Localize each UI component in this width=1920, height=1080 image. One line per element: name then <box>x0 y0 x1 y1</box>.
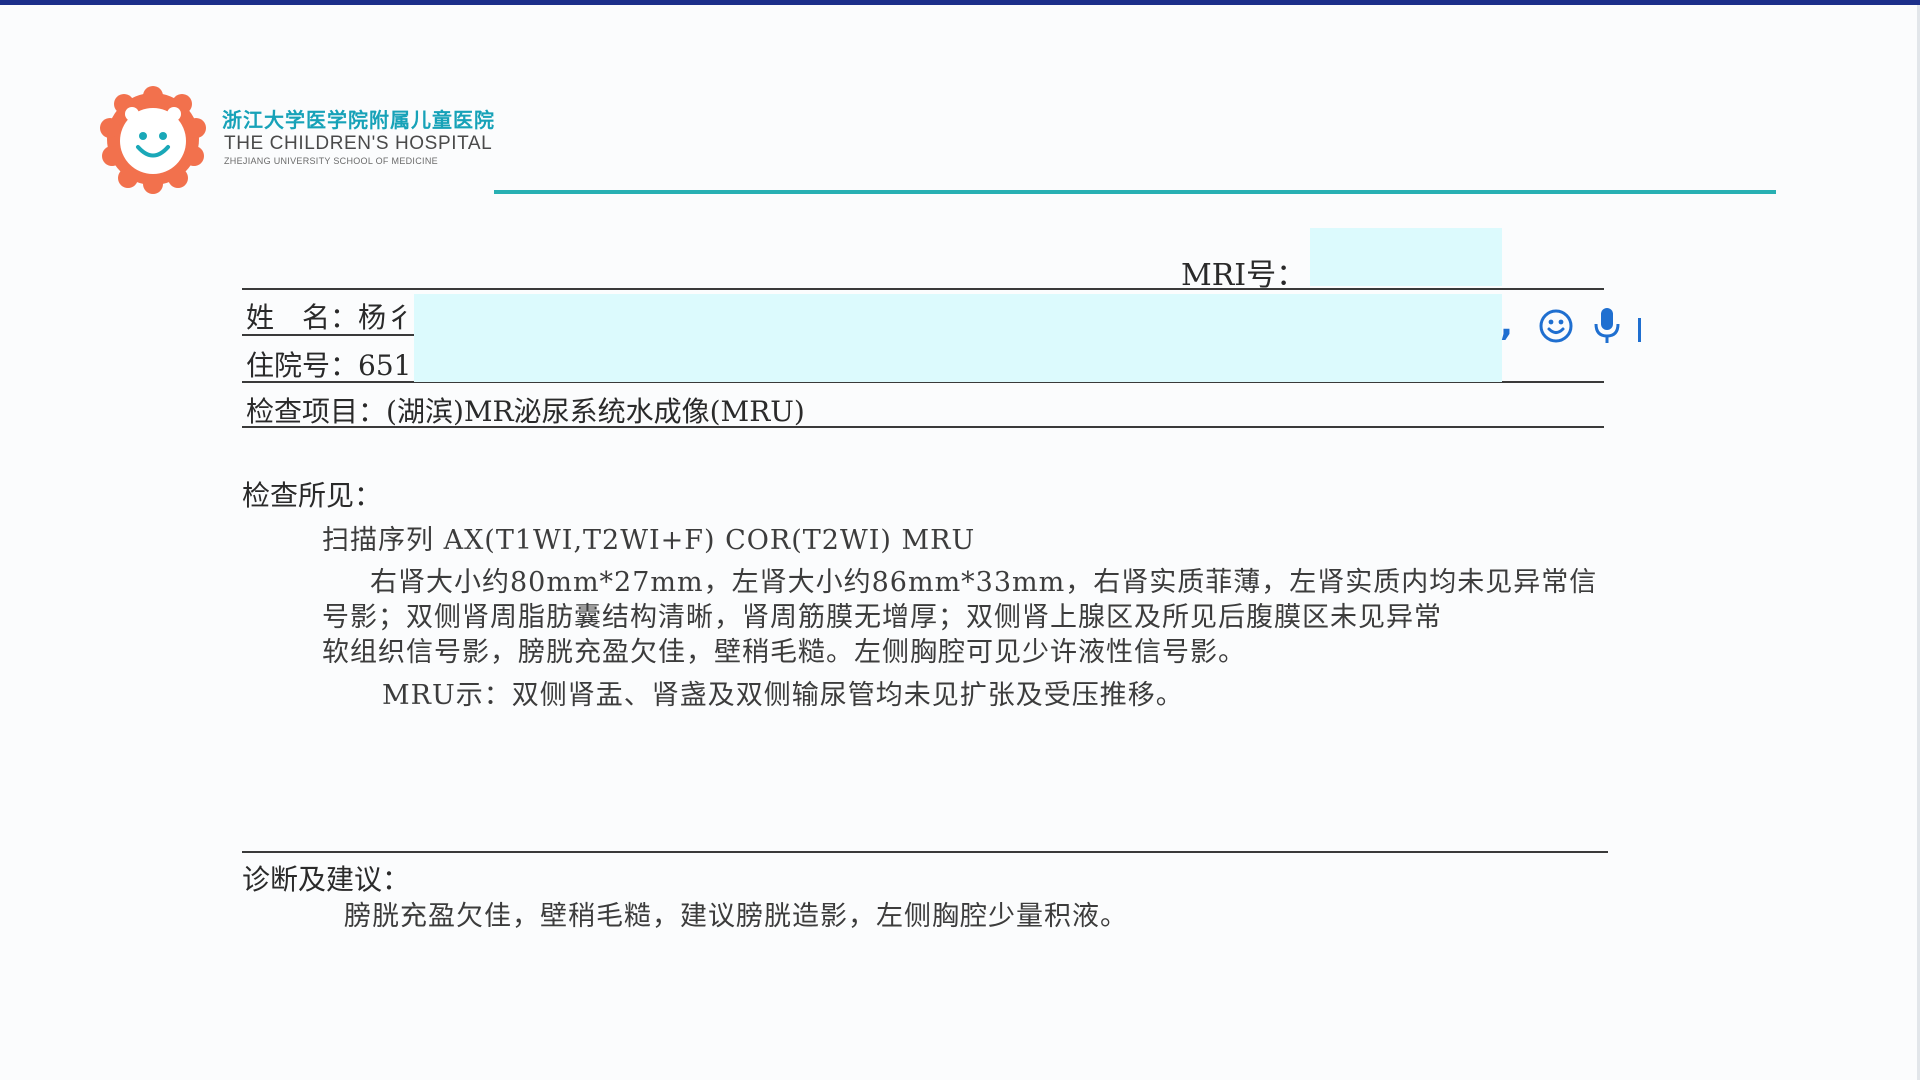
rule-diagnosis <box>242 851 1608 853</box>
findings-sequence: 扫描序列 AX(T1WI,T2WI+F) COR(T2WI) MRU <box>322 525 976 556</box>
diagnosis-text: 膀胱充盈欠佳，壁稍毛糙，建议膀胱造影，左侧胸腔少量积液。 <box>344 901 1128 932</box>
header-divider <box>494 190 1776 194</box>
text-cursor-icon <box>1638 318 1641 342</box>
hospital-logo-icon <box>98 84 208 194</box>
findings-line-3: 软组织信号影，膀胱充盈欠佳，壁稍毛糙。左侧胸腔可见少许液性信号影。 <box>322 637 1246 668</box>
mri-number-redaction <box>1310 228 1502 286</box>
admission-number-label: 住院号： <box>246 349 359 382</box>
hospital-name-english-sub: ZHEJIANG UNIVERSITY SCHOOL OF MEDICINE <box>224 156 438 166</box>
hospital-name-chinese: 浙江大学医学院附属儿童医院 <box>222 108 495 132</box>
rule-name <box>242 334 414 336</box>
exam-item-field: 检查项目：(湖滨)MR泌尿系统水成像(MRU) <box>246 390 805 430</box>
findings-mru: MRU示：双侧肾盂、肾盏及双侧输尿管均未见扩张及受压推移。 <box>382 680 1184 711</box>
findings-line-2: 号影；双侧肾周脂肪囊结构清晰，肾周筋膜无增厚；双侧肾上腺区及所见后腹膜区未见异常 <box>322 602 1442 633</box>
diagnosis-title: 诊断及建议： <box>242 863 411 896</box>
patient-info-redaction <box>414 294 1502 382</box>
admission-number-value: 651 <box>358 349 412 382</box>
hospital-name-english: THE CHILDREN'S HOSPITAL <box>224 133 493 154</box>
admission-number-field: 住院号：651 <box>246 344 411 384</box>
patient-name-field: 姓 名：杨彳 <box>246 296 414 336</box>
rule-exam <box>242 426 1604 428</box>
rule-top <box>242 288 1604 290</box>
patient-name-label: 姓 名： <box>246 301 359 334</box>
patient-name-value: 杨彳 <box>358 301 415 334</box>
exam-item-value: (湖滨)MR泌尿系统水成像(MRU) <box>386 395 805 428</box>
comma-icon[interactable]: , <box>1500 304 1513 344</box>
exam-item-label: 检查项目： <box>246 395 387 428</box>
findings-line-1: 右肾大小约80mm*27mm，左肾大小约86mm*33mm，右肾实质菲薄，左肾实… <box>370 567 1598 598</box>
microphone-icon[interactable] <box>1592 306 1622 346</box>
top-border-bar <box>0 0 1920 5</box>
findings-title: 检查所见： <box>242 479 383 512</box>
smiley-icon[interactable] <box>1538 308 1574 344</box>
